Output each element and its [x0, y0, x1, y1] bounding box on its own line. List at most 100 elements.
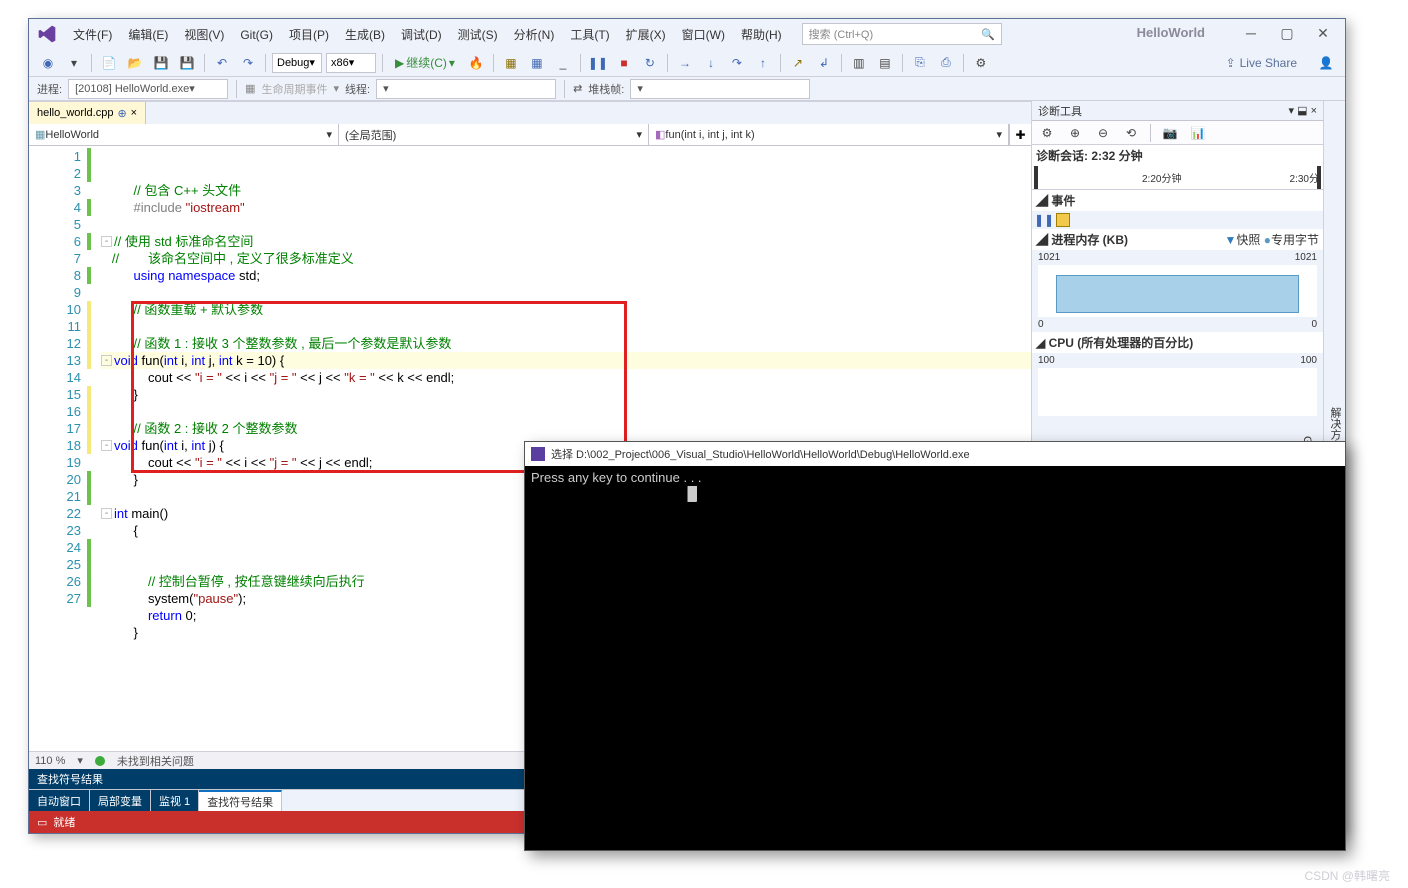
menu-item[interactable]: 视图(V)	[176, 24, 232, 46]
stop-button[interactable]: ■	[613, 52, 635, 74]
gear-icon[interactable]: ⚙	[1036, 122, 1058, 144]
tb-icon[interactable]: ⎘	[909, 52, 931, 74]
status-text: 就绪	[53, 814, 75, 830]
file-tab-label: hello_world.cpp	[37, 107, 113, 119]
pin-icon[interactable]: ⊕	[117, 107, 126, 120]
step-into-button[interactable]: ↓	[700, 52, 722, 74]
memory-header[interactable]: ◢ 进程内存 (KB) ▼快照 ●专用字节	[1032, 229, 1323, 250]
bottom-tab[interactable]: 监视 1	[151, 790, 199, 811]
memory-chart[interactable]	[1038, 265, 1317, 317]
change-markers	[87, 146, 101, 751]
func-combo[interactable]: ◧ fun(int i, int j, int k)▾	[649, 124, 1009, 145]
restart-button[interactable]: ↻	[639, 52, 661, 74]
watermark: CSDN @韩曙亮	[1304, 867, 1390, 884]
main-toolbar: ◉ ▾ 📄 📂 💾 💾 ↶ ↷ Debug ▾ x86 ▾ ▶ 继续(C) ▾ …	[29, 49, 1345, 77]
step-over-button[interactable]: ↷	[726, 52, 748, 74]
tb-icon[interactable]: _	[552, 52, 574, 74]
maximize-button[interactable]: ▢	[1269, 19, 1305, 47]
file-tab[interactable]: hello_world.cpp ⊕ ×	[29, 102, 146, 124]
live-share-button[interactable]: ⇪Live Share	[1220, 56, 1303, 70]
hot-reload-button[interactable]: 🔥	[465, 52, 487, 74]
session-label: 诊断会话: 2:32 分钟	[1032, 145, 1323, 166]
diag-timeline[interactable]: 2:20分钟 2:30分	[1032, 166, 1323, 190]
step-button[interactable]: →	[674, 52, 696, 74]
zoom-in-icon[interactable]: ⊕	[1064, 122, 1086, 144]
bottom-tab[interactable]: 局部变量	[90, 790, 151, 811]
zoom-icon: ▭	[37, 816, 47, 829]
tb-icon[interactable]: ▤	[874, 52, 896, 74]
new-button[interactable]: 📄	[98, 52, 120, 74]
add-icon[interactable]: ✚	[1009, 124, 1031, 145]
menu-item[interactable]: 工具(T)	[562, 24, 617, 46]
thread-combo[interactable]: ▾	[376, 79, 556, 99]
pause-button[interactable]: ❚❚	[587, 52, 609, 74]
back-button[interactable]: ◉	[37, 52, 59, 74]
tb-icon[interactable]: ▦	[500, 52, 522, 74]
menu-item[interactable]: 帮助(H)	[733, 24, 790, 46]
close-button[interactable]: ✕	[1305, 19, 1341, 47]
cpu-chart[interactable]	[1038, 368, 1317, 416]
minimize-button[interactable]: ─	[1233, 19, 1269, 47]
menu-item[interactable]: 项目(P)	[281, 24, 337, 46]
events-header[interactable]: ◢ 事件	[1032, 190, 1323, 211]
process-bar: 进程: [20108] HelloWorld.exe ▾ ▦ 生命周期事件 ▾ …	[29, 77, 1345, 101]
tb-icon[interactable]: ▥	[848, 52, 870, 74]
chart-icon[interactable]: 📊	[1187, 122, 1209, 144]
snapshot-icon[interactable]: 📷	[1159, 122, 1181, 144]
tb-icon[interactable]: ▦	[526, 52, 548, 74]
tb-icon[interactable]: ↲	[813, 52, 835, 74]
zoom-out-icon[interactable]: ⊖	[1092, 122, 1114, 144]
menu-item[interactable]: 窗口(W)	[674, 24, 733, 46]
open-button[interactable]: 📂	[124, 52, 146, 74]
redo-button[interactable]: ↷	[237, 52, 259, 74]
close-icon[interactable]: ×	[1311, 105, 1317, 117]
step-out-button[interactable]: ↑	[752, 52, 774, 74]
search-input[interactable]: 搜索 (Ctrl+Q) 🔍	[802, 23, 1002, 45]
reset-icon[interactable]: ⟲	[1120, 122, 1142, 144]
dropdown-icon[interactable]: ▾	[1289, 105, 1295, 117]
zoom-level[interactable]: 110 %	[35, 755, 65, 767]
menu-item[interactable]: 调试(D)	[393, 24, 450, 46]
admin-icon[interactable]: 👤	[1315, 52, 1337, 74]
menu-item[interactable]: 编辑(E)	[120, 24, 176, 46]
config-combo[interactable]: Debug ▾	[272, 53, 322, 73]
scope-combo[interactable]: ▦ HelloWorld▾	[29, 124, 339, 145]
process-combo[interactable]: [20108] HelloWorld.exe ▾	[68, 79, 228, 99]
process-label: 进程:	[37, 81, 62, 97]
tb-icon[interactable]: ⎙	[935, 52, 957, 74]
console-body[interactable]: Press any key to continue . . . █	[525, 466, 1345, 506]
pin-icon[interactable]: ⬓	[1297, 105, 1307, 117]
undo-button[interactable]: ↶	[211, 52, 233, 74]
menu-item[interactable]: 扩展(X)	[618, 24, 674, 46]
bottom-tab[interactable]: 自动窗口	[29, 790, 90, 811]
vs-logo-icon	[37, 24, 57, 44]
save-all-button[interactable]: 💾	[176, 52, 198, 74]
forward-button[interactable]: ▾	[63, 52, 85, 74]
menu-item[interactable]: Git(G)	[232, 24, 281, 46]
lifecycle-icon[interactable]: ▦	[245, 82, 255, 95]
console-window[interactable]: 选择 D:\002_Project\006_Visual_Studio\Hell…	[524, 441, 1346, 851]
diag-title-bar: 诊断工具 ▾ ⬓ ×	[1032, 101, 1323, 121]
save-button[interactable]: 💾	[150, 52, 172, 74]
platform-combo[interactable]: x86 ▾	[326, 53, 376, 73]
console-title: 选择 D:\002_Project\006_Visual_Studio\Hell…	[551, 446, 970, 462]
nav-bar: ▦ HelloWorld▾ (全局范围)▾ ◧ fun(int i, int j…	[29, 124, 1031, 146]
console-icon	[531, 447, 545, 461]
menu-item[interactable]: 生成(B)	[337, 24, 393, 46]
bottom-tab[interactable]: 查找符号结果	[199, 790, 282, 811]
continue-button[interactable]: ▶ 继续(C) ▾	[389, 54, 461, 71]
stack-icon[interactable]: ⇄	[573, 82, 582, 95]
stack-combo[interactable]: ▾	[630, 79, 810, 99]
menu-item[interactable]: 测试(S)	[450, 24, 506, 46]
events-row: ❚❚	[1032, 211, 1323, 229]
file-tabs: hello_world.cpp ⊕ ×	[29, 102, 1031, 124]
close-tab-icon[interactable]: ×	[131, 107, 137, 119]
tb-icon[interactable]: ↗	[787, 52, 809, 74]
search-icon: 🔍	[981, 28, 995, 41]
cpu-header[interactable]: ◢ CPU (所有处理器的百分比)	[1032, 332, 1323, 353]
menu-item[interactable]: 分析(N)	[506, 24, 563, 46]
stack-label: 堆栈帧:	[588, 81, 624, 97]
global-combo[interactable]: (全局范围)▾	[339, 124, 649, 145]
menu-item[interactable]: 文件(F)	[65, 24, 120, 46]
tb-icon[interactable]: ⚙	[970, 52, 992, 74]
